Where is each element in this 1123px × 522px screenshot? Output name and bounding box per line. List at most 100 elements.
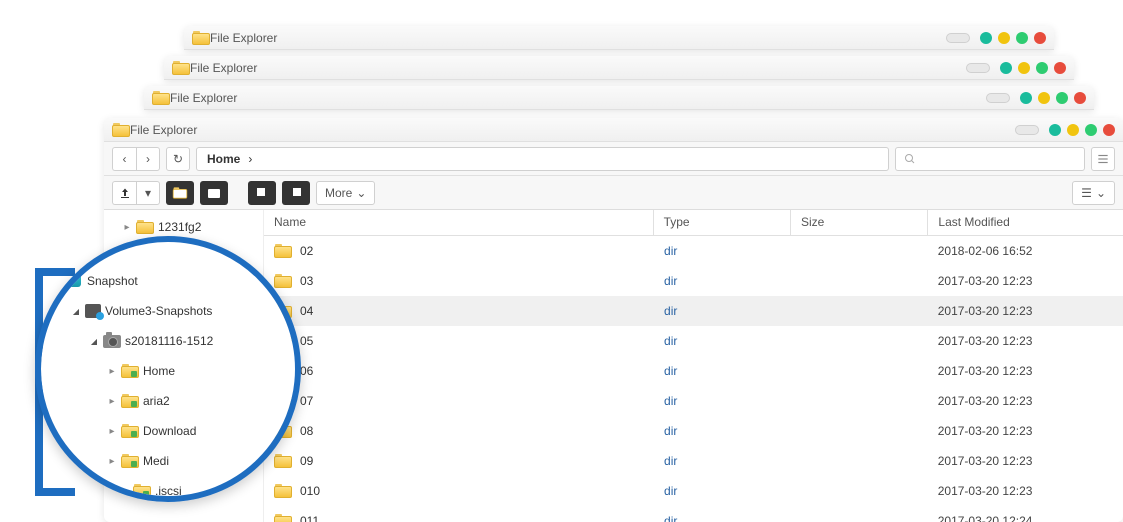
folder-icon: [152, 91, 170, 105]
sidebar-tree: ▸ 1231fg2 ▸ .iscsi: [104, 210, 264, 522]
search-input[interactable]: [895, 147, 1085, 171]
file-name: 09: [300, 454, 313, 468]
maximize-icon[interactable]: [1067, 124, 1079, 136]
list-icon: ☰: [1081, 186, 1092, 200]
table-row[interactable]: 06dir2017-03-20 12:23: [264, 356, 1123, 386]
filter-button[interactable]: [1091, 147, 1115, 171]
copy-button[interactable]: [248, 181, 276, 205]
column-modified[interactable]: Last Modified: [928, 210, 1123, 235]
more-button[interactable]: More⌄: [316, 181, 375, 205]
cut-icon: [290, 187, 302, 199]
expand-icon[interactable]: ▸: [144, 248, 154, 259]
column-name[interactable]: Name: [264, 210, 654, 235]
folder-icon: [136, 220, 154, 234]
file-modified: 2017-03-20 12:24: [928, 514, 1123, 522]
file-type: dir: [654, 304, 791, 318]
file-modified: 2017-03-20 12:23: [928, 274, 1123, 288]
breadcrumb[interactable]: Home ›: [196, 147, 889, 171]
file-type: dir: [654, 484, 791, 498]
new-folder-button[interactable]: [166, 181, 194, 205]
file-name: 04: [300, 304, 313, 318]
table-row[interactable]: 011dir2017-03-20 12:24: [264, 506, 1123, 522]
chevron-right-icon: ›: [248, 152, 252, 166]
close-icon[interactable]: [1054, 62, 1066, 74]
window-title: File Explorer: [130, 123, 1015, 137]
folder-icon: [274, 244, 292, 258]
tree-label: .iscsi: [180, 246, 207, 260]
chevron-down-icon: ⌄: [1096, 186, 1106, 200]
minimize-icon[interactable]: [1020, 92, 1032, 104]
table-row[interactable]: 09dir2017-03-20 12:23: [264, 446, 1123, 476]
table-row[interactable]: 04 dir 2017-03-20 12:23: [264, 296, 1123, 326]
window-title: File Explorer: [210, 31, 946, 45]
table-row[interactable]: 07dir2017-03-20 12:23: [264, 386, 1123, 416]
folder-icon: [274, 274, 292, 288]
toggle-icon[interactable]: [946, 33, 970, 43]
upload-menu[interactable]: ▾: [136, 181, 160, 205]
folder-icon: [274, 304, 292, 318]
file-type: dir: [654, 424, 791, 438]
file-type: dir: [654, 364, 791, 378]
maximize-icon[interactable]: [1018, 62, 1030, 74]
minimize-icon[interactable]: [1000, 62, 1012, 74]
file-modified: 2017-03-20 12:23: [928, 364, 1123, 378]
expand-icon[interactable]: ▸: [122, 222, 132, 233]
fullscreen-icon[interactable]: [1036, 62, 1048, 74]
new-item-button[interactable]: [200, 181, 228, 205]
fullscreen-icon[interactable]: [1085, 124, 1097, 136]
folder-icon: [112, 123, 130, 137]
tree-label: 1231fg2: [158, 220, 201, 234]
toggle-icon[interactable]: [1015, 125, 1039, 135]
toggle-icon[interactable]: [966, 63, 990, 73]
sidebar-item[interactable]: ▸ .iscsi: [104, 240, 263, 266]
folder-plus-icon: [207, 187, 221, 199]
folder-icon: [274, 364, 292, 378]
minimize-icon[interactable]: [1049, 124, 1061, 136]
file-type: dir: [654, 334, 791, 348]
column-type[interactable]: Type: [654, 210, 791, 235]
folder-icon: [274, 424, 292, 438]
column-size[interactable]: Size: [791, 210, 928, 235]
maximize-icon[interactable]: [998, 32, 1010, 44]
file-name: 03: [300, 274, 313, 288]
minimize-icon[interactable]: [980, 32, 992, 44]
folder-icon: [274, 514, 292, 522]
file-name: 010: [300, 484, 320, 498]
sidebar-item[interactable]: ▸ 1231fg2: [104, 214, 263, 240]
file-type: dir: [654, 274, 791, 288]
view-mode-button[interactable]: ☰⌄: [1072, 181, 1115, 205]
back-button[interactable]: ‹: [112, 147, 136, 171]
close-icon[interactable]: [1074, 92, 1086, 104]
maximize-icon[interactable]: [1038, 92, 1050, 104]
fullscreen-icon[interactable]: [1056, 92, 1068, 104]
action-toolbar: ▾ More⌄ ☰⌄: [104, 176, 1123, 210]
table-row[interactable]: 05dir2017-03-20 12:23: [264, 326, 1123, 356]
close-icon[interactable]: [1034, 32, 1046, 44]
main-window: File Explorer ‹ › ↻ Home › ▾ More⌄ ☰⌄: [104, 118, 1123, 522]
table-row[interactable]: 03 dir 2017-03-20 12:23: [264, 266, 1123, 296]
folder-icon: [274, 334, 292, 348]
breadcrumb-root[interactable]: Home: [207, 152, 240, 166]
fullscreen-icon[interactable]: [1016, 32, 1028, 44]
file-modified: 2017-03-20 12:23: [928, 454, 1123, 468]
table-row[interactable]: 010dir2017-03-20 12:23: [264, 476, 1123, 506]
table-row[interactable]: 08dir2017-03-20 12:23: [264, 416, 1123, 446]
folder-icon: [274, 394, 292, 408]
refresh-button[interactable]: ↻: [166, 147, 190, 171]
stacked-window-2: File Explorer: [164, 56, 1074, 80]
collapse-icon[interactable]: ◢: [89, 337, 99, 346]
forward-button[interactable]: ›: [136, 147, 160, 171]
window-title: File Explorer: [170, 91, 986, 105]
cut-button[interactable]: [282, 181, 310, 205]
file-type: dir: [654, 514, 791, 522]
stacked-window-3: File Explorer: [184, 26, 1054, 50]
close-icon[interactable]: [1103, 124, 1115, 136]
window-title: File Explorer: [190, 61, 966, 75]
file-name: 08: [300, 424, 313, 438]
table-row[interactable]: 02dir2018-02-06 16:52: [264, 236, 1123, 266]
upload-button[interactable]: [112, 181, 136, 205]
sliders-icon: [1096, 152, 1110, 166]
toggle-icon[interactable]: [986, 93, 1010, 103]
search-icon: [904, 153, 916, 165]
file-modified: 2017-03-20 12:23: [928, 304, 1123, 318]
